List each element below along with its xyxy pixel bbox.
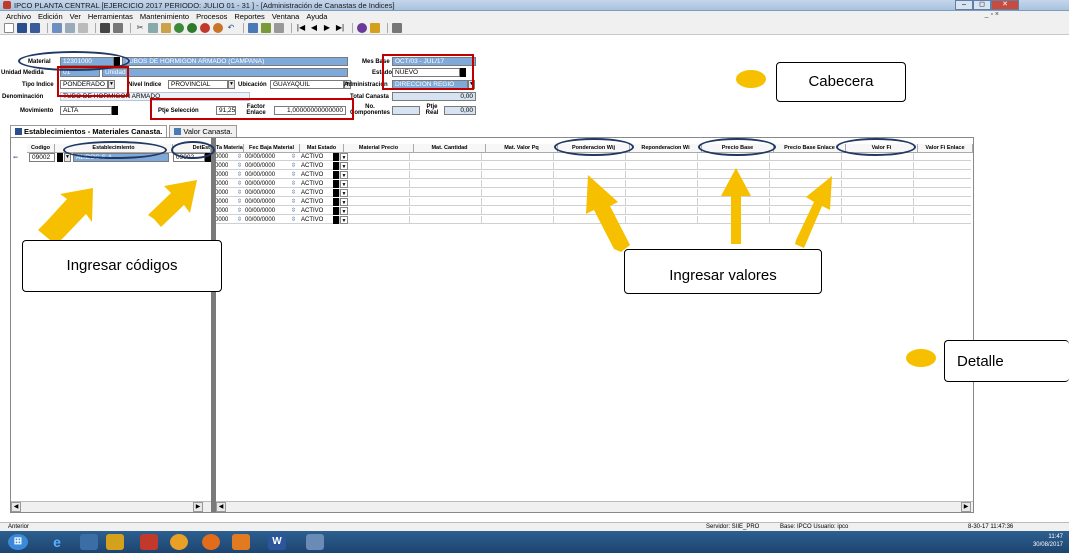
chrome-browser-icon[interactable]	[170, 534, 188, 550]
clock-time: 11:47	[1048, 534, 1063, 540]
status-base-usuario: Base: IPCO Usuario: ipco	[780, 524, 849, 530]
ingresar-valores-callout: Ingresar valores	[624, 249, 822, 294]
status-bar: Anterior Servidor: SIIE_PRO Base: IPCO U…	[0, 522, 1069, 531]
firefox-browser-icon[interactable]	[202, 534, 220, 550]
clock-date: 30/08/2017	[1032, 542, 1063, 548]
start-button-icon[interactable]: ⊞	[8, 534, 28, 550]
arrow-to-valor-fi	[795, 176, 832, 248]
arrow-to-ponderacion	[586, 175, 630, 252]
file-explorer-icon[interactable]	[106, 534, 124, 550]
windows-explorer-icon[interactable]	[80, 534, 98, 550]
office-icon[interactable]	[232, 534, 250, 550]
status-datetime: 8-30-17 11:47:36	[968, 524, 1014, 530]
detalle-marker-dot	[906, 349, 936, 367]
ipco-app-icon[interactable]	[306, 534, 324, 550]
system-clock: 11:47 30/08/2017	[1033, 533, 1063, 549]
status-servidor: Servidor: SIIE_PRO	[706, 524, 760, 530]
media-player-icon[interactable]	[140, 534, 158, 550]
arrow-to-establecimiento	[38, 188, 93, 245]
cabecera-marker-dot	[736, 70, 766, 88]
status-left: Anterior	[8, 524, 30, 530]
taskbar: ⊞ e W 11:47 30/08/2017	[0, 531, 1069, 553]
detalle-callout: Detalle	[944, 340, 1069, 382]
arrow-to-precio-base	[721, 168, 751, 244]
ie-browser-icon[interactable]: e	[48, 534, 66, 550]
word-icon[interactable]: W	[268, 534, 286, 550]
arrow-to-detest	[148, 180, 197, 227]
cabecera-callout: Cabecera	[776, 62, 906, 102]
ingresar-codigos-callout: Ingresar códigos	[22, 240, 222, 292]
